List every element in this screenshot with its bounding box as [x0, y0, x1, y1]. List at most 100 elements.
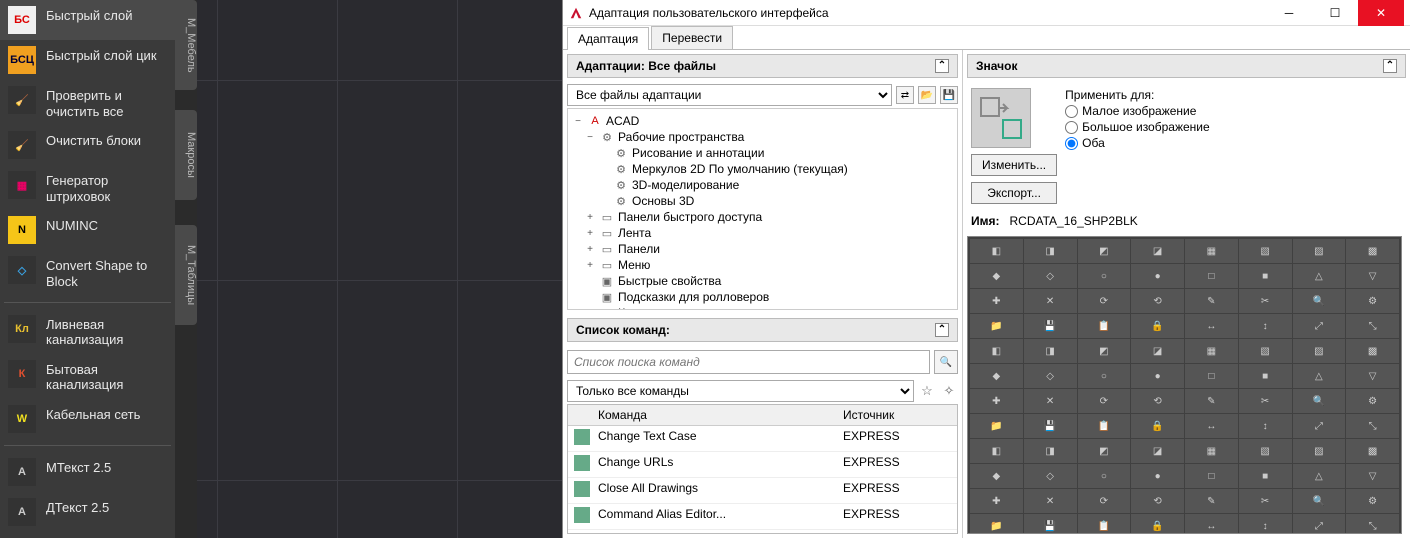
palette-item[interactable]: БС Быстрый слой — [0, 0, 175, 40]
icon-library-item[interactable]: 💾 — [1024, 414, 1077, 438]
icon-library-item[interactable]: ◩ — [1078, 339, 1131, 363]
palette-tab[interactable]: Макросы — [175, 110, 197, 200]
icon-library-item[interactable]: ✕ — [1024, 489, 1077, 513]
icon-library-item[interactable]: ⤡ — [1346, 314, 1399, 338]
palette-item[interactable]: W Кабельная сеть — [0, 399, 175, 439]
radio-both[interactable]: Оба — [1065, 136, 1210, 150]
icon-library-item[interactable]: ✚ — [970, 289, 1023, 313]
radio-large-image[interactable]: Большое изображение — [1065, 120, 1210, 134]
tree-expand-icon[interactable]: − — [584, 132, 596, 143]
icon-library-item[interactable]: 🔒 — [1131, 314, 1184, 338]
icon-library-item[interactable]: ◇ — [1024, 364, 1077, 388]
icon-library-item[interactable]: ◇ — [1024, 264, 1077, 288]
icon-library-item[interactable]: ⚙ — [1346, 289, 1399, 313]
icon-library-item[interactable]: ⟲ — [1131, 289, 1184, 313]
radio-small-image[interactable]: Малое изображение — [1065, 104, 1210, 118]
icon-library-item[interactable]: ↔ — [1185, 314, 1238, 338]
tree-expand-icon[interactable]: + — [584, 212, 596, 223]
tree-node[interactable]: ▣ Подсказки для ролловеров — [570, 289, 955, 305]
icon-library-item[interactable]: ▧ — [1239, 239, 1292, 263]
command-row[interactable]: Change Text Case EXPRESS — [568, 426, 957, 452]
icon-library-item[interactable]: ▩ — [1346, 439, 1399, 463]
icon-library-item[interactable]: ▩ — [1346, 339, 1399, 363]
icon-library-item[interactable]: □ — [1185, 264, 1238, 288]
icon-library-item[interactable]: ⟳ — [1078, 289, 1131, 313]
icon-library-item[interactable]: ⟲ — [1131, 489, 1184, 513]
icon-library-item[interactable]: ↔ — [1185, 514, 1238, 534]
icon-library-item[interactable]: ◆ — [970, 264, 1023, 288]
icon-library-item[interactable]: ▽ — [1346, 264, 1399, 288]
collapse-button[interactable]: ⌃ — [935, 59, 949, 73]
icon-library-item[interactable]: ▦ — [1185, 339, 1238, 363]
icon-library-item[interactable]: ▧ — [1239, 439, 1292, 463]
icon-library-item[interactable]: ○ — [1078, 364, 1131, 388]
tab-adapt[interactable]: Адаптация — [567, 27, 649, 50]
export-button[interactable]: Экспорт... — [971, 182, 1057, 204]
palette-tab[interactable]: М_Таблицы — [175, 225, 197, 325]
palette-item[interactable]: 🧹 Очистить блоки — [0, 125, 175, 165]
icon-library-item[interactable]: 📁 — [970, 414, 1023, 438]
tree-node[interactable]: ⚙ 3D-моделирование — [570, 177, 955, 193]
icon-library-grid[interactable]: ◧◨◩◪▦▧▨▩◆◇○●□■△▽✚✕⟳⟲✎✂🔍⚙📁💾📋🔒↔↕⤢⤡◧◨◩◪▦▧▨▩… — [967, 236, 1402, 534]
command-row[interactable]: Close All Drawings EXPRESS — [568, 478, 957, 504]
icon-library-item[interactable]: ✕ — [1024, 389, 1077, 413]
icon-library-item[interactable]: ↕ — [1239, 514, 1292, 534]
icon-library-item[interactable]: ▦ — [1185, 439, 1238, 463]
tree-node[interactable]: ⚙ Меркулов 2D По умолчанию (текущая) — [570, 161, 955, 177]
cui-tree[interactable]: − A ACAD− ⚙ Рабочие пространства ⚙ Рисов… — [567, 108, 958, 310]
command-row[interactable]: Change URLs EXPRESS — [568, 452, 957, 478]
tree-node[interactable]: ⚙ Основы 3D — [570, 193, 955, 209]
palette-tab[interactable]: М_Мебель — [175, 0, 197, 90]
tree-node[interactable]: + ▤ Контекстные меню — [570, 305, 955, 310]
icon-library-item[interactable]: ⤡ — [1346, 514, 1399, 534]
icon-library-item[interactable]: △ — [1293, 264, 1346, 288]
icon-library-item[interactable]: 🔒 — [1131, 414, 1184, 438]
icon-library-item[interactable]: ⤢ — [1293, 314, 1346, 338]
icon-library-item[interactable]: ▽ — [1346, 364, 1399, 388]
icon-library-item[interactable]: ✂ — [1239, 289, 1292, 313]
icon-library-item[interactable]: ↔ — [1185, 414, 1238, 438]
tree-node[interactable]: − A ACAD — [570, 113, 955, 129]
palette-item[interactable]: БСЦ Быстрый слой цик — [0, 40, 175, 80]
icon-library-item[interactable]: ✎ — [1185, 489, 1238, 513]
icon-library-item[interactable]: ◧ — [970, 439, 1023, 463]
command-table[interactable]: Команда Источник Change Text Case EXPRES… — [567, 404, 958, 534]
icon-library-item[interactable]: ✚ — [970, 489, 1023, 513]
tree-node[interactable]: + ▭ Меню — [570, 257, 955, 273]
command-row[interactable]: Command Alias Editor... EXPRESS — [568, 504, 957, 530]
tab-translate[interactable]: Перевести — [651, 26, 733, 49]
icon-library-item[interactable]: ■ — [1239, 264, 1292, 288]
favorite-icon[interactable]: ☆ — [918, 382, 936, 400]
drawing-canvas[interactable] — [197, 0, 562, 538]
palette-item[interactable]: К Бытовая канализация — [0, 354, 175, 399]
icon-library-item[interactable]: ◆ — [970, 364, 1023, 388]
icon-library-item[interactable]: ◩ — [1078, 239, 1131, 263]
icon-library-item[interactable]: ◨ — [1024, 339, 1077, 363]
icon-library-item[interactable]: ✕ — [1024, 289, 1077, 313]
tree-node[interactable]: + ▭ Панели быстрого доступа — [570, 209, 955, 225]
icon-library-item[interactable]: ⟳ — [1078, 389, 1131, 413]
icon-library-item[interactable]: ◪ — [1131, 439, 1184, 463]
column-command[interactable]: Команда — [592, 405, 837, 425]
palette-item[interactable]: ◇ Convert Shape to Block — [0, 250, 175, 295]
tree-node[interactable]: + ▭ Панели — [570, 241, 955, 257]
icon-library-item[interactable]: ◨ — [1024, 439, 1077, 463]
tree-expand-icon[interactable]: + — [584, 228, 596, 239]
icon-library-item[interactable]: ⤡ — [1346, 414, 1399, 438]
column-source[interactable]: Источник — [837, 405, 957, 425]
icon-library-item[interactable]: ⚙ — [1346, 389, 1399, 413]
icon-library-item[interactable]: ✎ — [1185, 289, 1238, 313]
icon-library-item[interactable]: ▨ — [1293, 239, 1346, 263]
icon-library-item[interactable]: ◩ — [1078, 439, 1131, 463]
palette-item[interactable]: Кл Ливневая канализация — [0, 309, 175, 354]
transfer-icon[interactable]: ⇄ — [896, 86, 914, 104]
tree-expand-icon[interactable]: + — [584, 308, 596, 311]
icon-library-item[interactable]: ↕ — [1239, 414, 1292, 438]
icon-library-item[interactable]: ● — [1131, 364, 1184, 388]
icon-library-item[interactable]: ↕ — [1239, 314, 1292, 338]
icon-library-item[interactable]: △ — [1293, 364, 1346, 388]
icon-library-item[interactable]: ✎ — [1185, 389, 1238, 413]
icon-library-item[interactable]: ⤢ — [1293, 414, 1346, 438]
icon-library-item[interactable]: ▦ — [1185, 239, 1238, 263]
icon-library-item[interactable]: 🔒 — [1131, 514, 1184, 534]
